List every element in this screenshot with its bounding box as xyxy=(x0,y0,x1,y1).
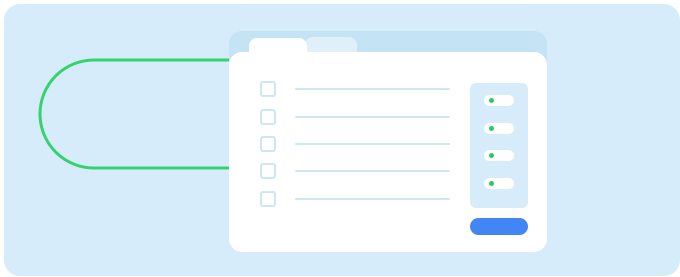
window-body xyxy=(229,52,547,252)
list-item-text-placeholder xyxy=(295,143,450,145)
primary-action-button[interactable] xyxy=(470,218,528,235)
checkbox-icon[interactable] xyxy=(260,136,276,152)
list-item-text-placeholder xyxy=(295,88,450,90)
checkbox-icon[interactable] xyxy=(260,81,276,97)
green-dot-icon xyxy=(489,153,494,158)
list-item xyxy=(260,136,450,152)
app-window xyxy=(229,31,547,252)
list-item-text-placeholder xyxy=(295,170,450,172)
toggle-switch[interactable] xyxy=(484,95,514,106)
list-item-text-placeholder xyxy=(295,198,450,200)
checkbox-icon[interactable] xyxy=(260,163,276,179)
list-item xyxy=(260,191,450,207)
checkbox-icon[interactable] xyxy=(260,109,276,125)
toggle-switch[interactable] xyxy=(484,150,514,161)
green-dot-icon xyxy=(489,181,494,186)
list-item-text-placeholder xyxy=(295,116,450,118)
toggle-switch[interactable] xyxy=(484,123,514,134)
list-item xyxy=(260,81,450,97)
checkbox-icon[interactable] xyxy=(260,191,276,207)
green-dot-icon xyxy=(489,98,494,103)
illustration-canvas xyxy=(4,4,680,276)
toggle-panel xyxy=(470,83,528,208)
list-item xyxy=(260,109,450,125)
list-item xyxy=(260,163,450,179)
green-dot-icon xyxy=(489,126,494,131)
toggle-switch[interactable] xyxy=(484,178,514,189)
